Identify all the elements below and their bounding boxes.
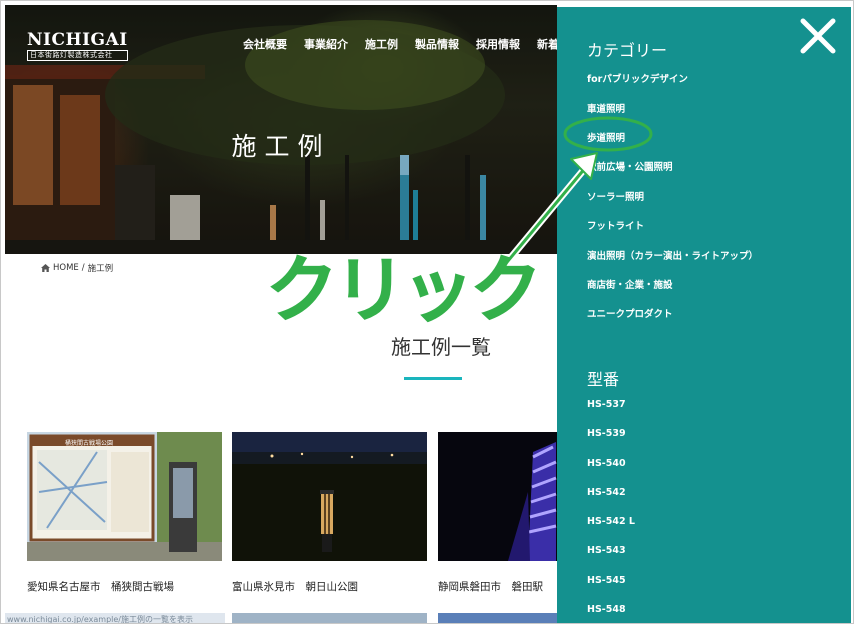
browser-viewport: NICHIGAI 日本街路灯製造株式会社 会社概要 事業紹介 施工例 製品情報 … [0,0,854,624]
click-annotation-text: クリック [265,248,542,333]
highlight-ellipse [563,116,653,152]
